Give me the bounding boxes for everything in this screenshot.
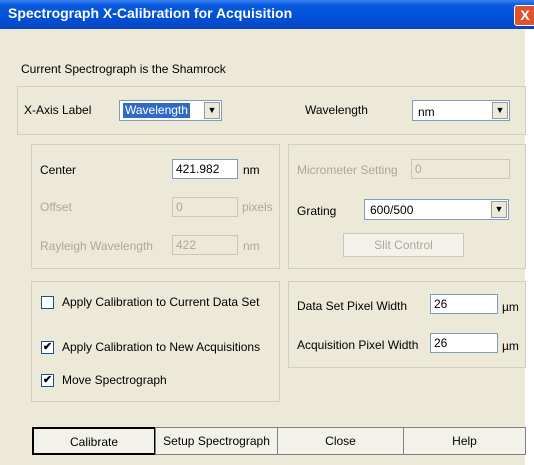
data-set-pixel-width-label: Data Set Pixel Width xyxy=(297,299,408,313)
chevron-down-icon[interactable]: ▼ xyxy=(204,102,220,119)
center-label: Center xyxy=(40,163,77,177)
grating-selected-value: 600/500 xyxy=(370,203,414,217)
x-axis-select[interactable]: Wavelength ▼ xyxy=(119,100,222,121)
x-axis-label: X-Axis Label xyxy=(24,103,92,117)
check-icon: ✔ xyxy=(42,341,53,353)
apply-current-checkbox[interactable] xyxy=(41,296,54,309)
data-set-pixel-width-unit: µm xyxy=(502,300,519,314)
rayleigh-label: Rayleigh Wavelength xyxy=(40,239,153,253)
wavelength-unit-value: nm xyxy=(418,105,435,119)
acquisition-pixel-width-unit: µm xyxy=(502,339,519,353)
x-axis-selected-value: Wavelength xyxy=(123,103,190,118)
rayleigh-unit: nm xyxy=(243,239,260,253)
grating-select[interactable]: 600/500 ▼ xyxy=(364,199,509,220)
title-bar[interactable]: Spectrograph X-Calibration for Acquisiti… xyxy=(0,0,534,29)
grating-label: Grating xyxy=(297,204,337,218)
data-set-pixel-width-input[interactable]: 26 xyxy=(430,294,498,314)
calibrate-button[interactable]: Calibrate xyxy=(32,427,156,455)
close-window-button[interactable]: X xyxy=(514,5,534,26)
chevron-down-icon[interactable]: ▼ xyxy=(491,201,507,218)
move-spectrograph-label[interactable]: Move Spectrograph xyxy=(62,373,167,387)
micrometer-input[interactable]: 0 xyxy=(411,159,510,179)
acquisition-pixel-width-label: Acquisition Pixel Width xyxy=(297,338,419,352)
offset-unit: pixels xyxy=(242,200,273,214)
close-icon: X xyxy=(520,7,530,23)
center-input[interactable]: 421.982 xyxy=(172,159,238,179)
move-spectrograph-checkbox[interactable]: ✔ xyxy=(41,374,54,387)
acquisition-pixel-width-input[interactable]: 26 xyxy=(430,333,498,353)
slit-control-button[interactable]: Slit Control xyxy=(343,233,464,257)
chevron-down-icon[interactable]: ▼ xyxy=(492,102,508,119)
micrometer-label: Micrometer Setting xyxy=(297,163,398,177)
apply-new-checkbox[interactable]: ✔ xyxy=(41,341,54,354)
center-unit: nm xyxy=(243,163,260,177)
check-icon: ✔ xyxy=(42,374,53,386)
wavelength-label: Wavelength xyxy=(305,103,368,117)
wavelength-unit-select[interactable]: nm ▼ xyxy=(412,100,510,121)
help-button[interactable]: Help xyxy=(403,427,526,455)
rayleigh-input[interactable]: 422 xyxy=(172,235,238,255)
window-title: Spectrograph X-Calibration for Acquisiti… xyxy=(8,5,293,21)
apply-new-label[interactable]: Apply Calibration to New Acquisitions xyxy=(62,340,260,354)
offset-input[interactable]: 0 xyxy=(172,197,238,217)
close-button[interactable]: Close xyxy=(277,427,404,455)
setup-spectrograph-button[interactable]: Setup Spectrograph xyxy=(155,427,278,455)
offset-label: Offset xyxy=(40,200,72,214)
apply-current-label[interactable]: Apply Calibration to Current Data Set xyxy=(62,295,259,309)
spectrograph-info: Current Spectrograph is the Shamrock xyxy=(21,62,226,76)
